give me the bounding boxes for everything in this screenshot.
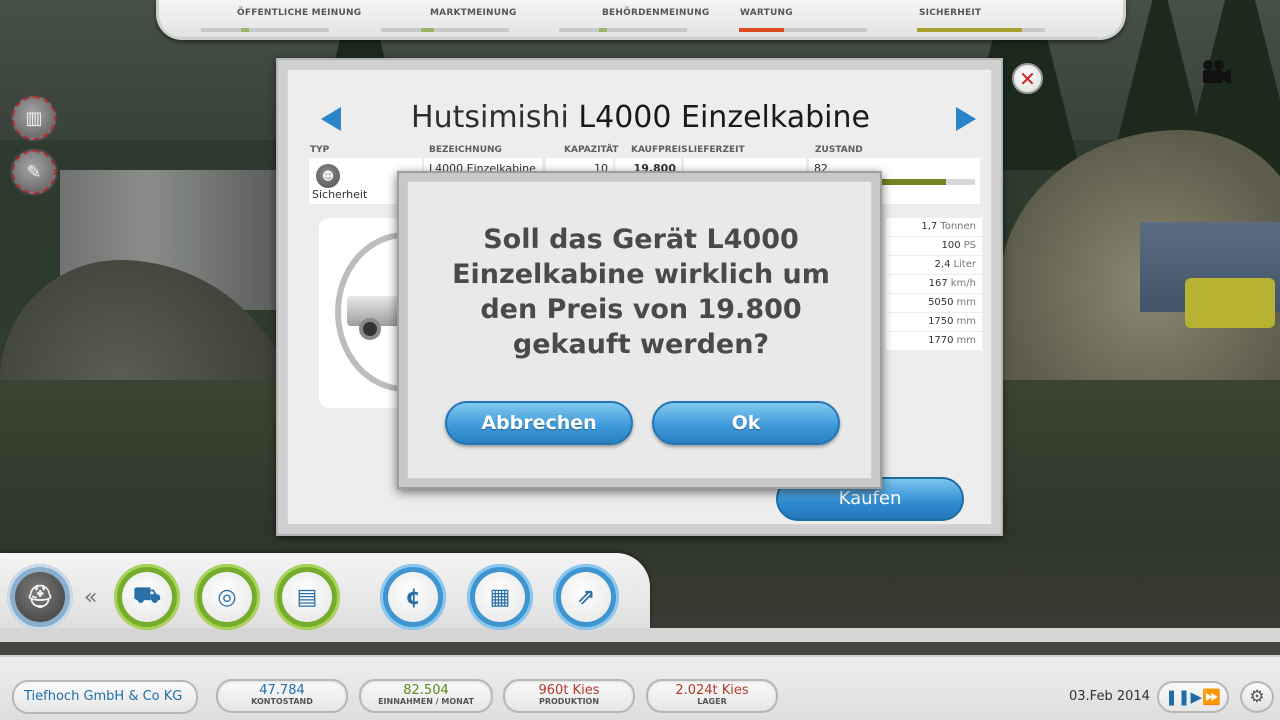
camera-icon[interactable]	[1198, 58, 1232, 86]
pause-icon[interactable]: ❚❚	[1165, 688, 1190, 706]
monthly-income-pill: 82.504 EINNAHMEN / MONAT	[359, 679, 493, 713]
game-speed-control: ❚❚ ▶ ⏩	[1157, 681, 1229, 713]
meter-label-authority-opinion: BEHÖRDENMEINUNG	[602, 8, 710, 18]
vehicle-brand: Hutsimishi	[411, 100, 569, 135]
meter-fill-authority-opinion	[599, 28, 607, 32]
spec-top-speed: 167 km/h	[886, 275, 982, 294]
spec-unit: mm	[956, 335, 976, 346]
finance-icon: ¢	[388, 572, 438, 622]
production-label: PRODUKTION	[538, 697, 600, 706]
statistics-button[interactable]: ▥	[12, 96, 56, 140]
contracts-button[interactable]: ▤	[274, 564, 340, 630]
spec-unit: km/h	[950, 278, 976, 289]
company-name: Tiefhoch GmbH & Co KG	[12, 680, 198, 714]
column-header-condition: ZUSTAND	[815, 145, 863, 155]
spec-length: 5050 mm	[886, 294, 982, 313]
spec-value: 1750	[928, 316, 954, 327]
meter-label-public-opinion: ÖFFENTLICHE MEINUNG	[237, 8, 362, 18]
spec-displacement: 2,4 Liter	[886, 256, 982, 275]
status-meters-bar: ÖFFENTLICHE MEINUNG MARKTMEINUNG BEHÖRDE…	[156, 0, 1126, 40]
account-balance-label: KONTOSTAND	[251, 697, 313, 706]
spec-power: 100 PS	[886, 237, 982, 256]
vehicle-image	[319, 218, 409, 408]
truck-wheel	[359, 318, 381, 340]
settings-button[interactable]: ⚙	[1240, 681, 1274, 713]
spec-value: 100	[941, 240, 961, 251]
spec-value: 167	[928, 278, 948, 289]
spec-value: 2,4	[934, 259, 951, 270]
safety-worker-icon: ☻	[316, 164, 340, 188]
worker-helmet-icon: ⛑	[15, 572, 65, 622]
storage-label: LAGER	[697, 697, 727, 706]
workers-button[interactable]: ⛑	[7, 564, 73, 630]
repair-button[interactable]: ✎	[12, 150, 56, 194]
storage-pill: 2.024t Kies LAGER	[646, 679, 778, 713]
collapse-chevron-icon[interactable]: «	[84, 585, 97, 610]
monthly-income-label: EINNAHMEN / MONAT	[378, 697, 474, 706]
close-icon: ✕	[1019, 66, 1036, 91]
account-balance-pill: 47.784 KONTOSTAND	[216, 679, 348, 713]
growth-button[interactable]: ⇗	[553, 564, 619, 630]
fast-forward-icon[interactable]: ⏩	[1202, 688, 1221, 706]
purchase-confirm-dialog: Soll das Gerät L4000 Einzelkabine wirkli…	[397, 171, 882, 489]
meter-label-market-opinion: MARKTMEINUNG	[430, 8, 517, 18]
buildings-button[interactable]: ▦	[467, 564, 533, 630]
meter-fill-public-opinion	[241, 28, 249, 32]
dock-strip	[0, 628, 1280, 642]
dialog-content: Soll das Gerät L4000 Einzelkabine wirkli…	[407, 181, 872, 479]
meter-fill-maintenance	[739, 28, 784, 32]
meter-track	[559, 28, 687, 32]
gear-icon: ⚙	[1249, 687, 1265, 707]
meter-fill-safety	[917, 28, 1022, 32]
vehicle-title: Hutsimishi L4000 Einzelkabine	[288, 100, 993, 135]
ok-button[interactable]: Ok	[652, 401, 840, 445]
meter-label-maintenance: WARTUNG	[740, 8, 793, 18]
spec-unit: mm	[956, 297, 976, 308]
spec-unit: mm	[956, 316, 976, 327]
meter-label-safety: SICHERHEIT	[919, 8, 982, 18]
spec-unit: PS	[963, 240, 976, 251]
clipboard-icon: ▤	[282, 572, 332, 622]
cancel-button[interactable]: Abbrechen	[445, 401, 633, 445]
spec-unit: Liter	[953, 259, 976, 270]
spec-value: 5050	[928, 297, 954, 308]
close-panel-button[interactable]: ✕	[1012, 63, 1043, 94]
play-icon[interactable]: ▶	[1190, 688, 1202, 706]
statistics-icon: ▥	[25, 107, 43, 129]
column-header-price: KAUFPREIS	[631, 145, 688, 155]
loader-machine	[1185, 278, 1275, 328]
storage-value: 2.024t Kies	[675, 683, 749, 698]
production-pill: 960t Kies PRODUKTION	[503, 679, 635, 713]
meter-track	[201, 28, 329, 32]
meter-track	[381, 28, 509, 32]
building-icon: ▦	[475, 572, 525, 622]
finance-button[interactable]: ¢	[380, 564, 446, 630]
spec-unit: Tonnen	[940, 221, 976, 232]
truck-icon: ⛟	[122, 572, 172, 622]
meter-fill-market-opinion	[421, 28, 434, 32]
spec-value: 1,7	[921, 221, 938, 232]
column-header-capacity: KAPAZITÄT	[564, 145, 619, 155]
account-balance-value: 47.784	[259, 683, 305, 698]
type-value: Sicherheit	[312, 188, 368, 201]
vehicle-model: L4000 Einzelkabine	[578, 100, 870, 135]
spec-weight: 1,7 Tonnen	[886, 218, 982, 237]
wrench-icon: ✎	[26, 161, 42, 183]
monthly-income-value: 82.504	[403, 683, 449, 698]
spec-height: 1770 mm	[886, 332, 982, 351]
tires-button[interactable]: ◎	[194, 564, 260, 630]
column-header-delivery: LIEFERZEIT	[688, 145, 745, 155]
tire-icon: ◎	[202, 572, 252, 622]
growth-arrow-icon: ⇗	[561, 572, 611, 622]
spec-value: 1770	[928, 335, 954, 346]
vehicles-button[interactable]: ⛟	[114, 564, 180, 630]
game-date: 03.Feb 2014	[1069, 689, 1150, 704]
column-header-type: TYP	[310, 145, 330, 155]
column-header-name: BEZEICHNUNG	[429, 145, 502, 155]
spec-width: 1750 mm	[886, 313, 982, 332]
dialog-message: Soll das Gerät L4000 Einzelkabine wirkli…	[452, 224, 830, 360]
production-value: 960t Kies	[538, 683, 600, 698]
spec-list: 1,7 Tonnen 100 PS 2,4 Liter 167 km/h 5050 mm …	[886, 218, 982, 351]
